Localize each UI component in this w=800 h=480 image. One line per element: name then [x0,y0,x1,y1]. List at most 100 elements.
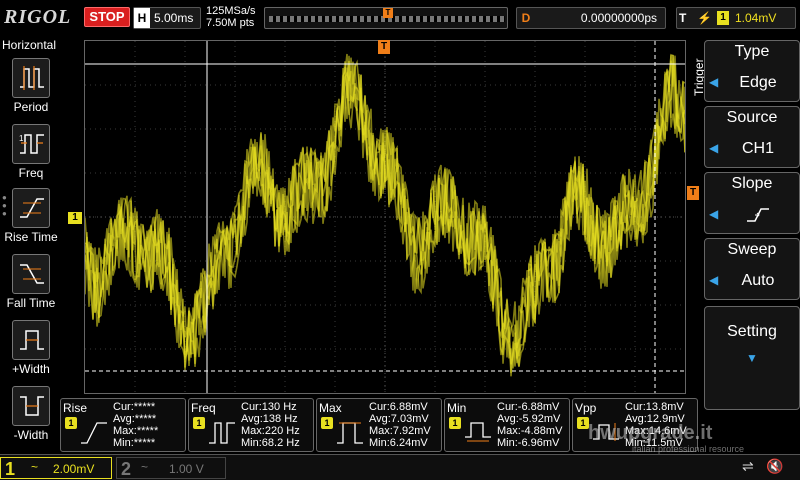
ch2-number: 2 [121,459,132,479]
trigger-sweep-softkey[interactable]: Sweep ◀ Auto [704,238,800,300]
freq-label: Freq [18,166,44,180]
left-arrow-icon: ◀ [709,141,719,155]
meas-min: Min:***** [113,437,156,449]
watermark-tagline: italian professional resource [632,444,745,454]
measure-side-menu: Horizontal Period 1 Freq ● ● ● Rise Time F… [0,36,62,450]
delay-display[interactable]: D 0.00000000ps [516,7,666,29]
timebase-key: H [134,8,150,28]
period-label: Period [13,100,49,114]
menu-title: Horizontal [2,38,57,52]
setting-title: Setting [727,323,777,340]
meas-cur: Cur:130 Hz [241,401,297,413]
ch1-number: 1 [5,459,16,479]
measurement-rise[interactable]: Rise 1 Cur:***** Avg:***** Max:***** Min… [60,398,186,452]
memory-depth: 7.50M pts [206,17,255,29]
svg-text:1: 1 [19,134,24,143]
waveform-persistence-trace [85,53,685,377]
meas-avg: Avg:-5.92mV [497,413,561,425]
measurement-min[interactable]: Min 1 Cur:-6.88mV Avg:-5.92mV Max:-4.88m… [444,398,570,452]
left-arrow-icon: ◀ [709,273,719,287]
ch1-scale: 2.00mV [53,462,95,476]
meas-cur: Cur:13.8mV [625,401,684,413]
trigger-key: T [679,11,687,25]
trigger-type-softkey[interactable]: Type ◀ Edge [704,40,800,102]
ch2-scale: 1.00 V [169,462,204,476]
left-arrow-icon: ◀ [709,75,719,89]
ac-coupling-icon: ~ [141,460,149,474]
meas-max: Max:220 Hz [241,425,300,437]
memory-trigger-marker: T [383,8,393,18]
delay-value: 0.00000000ps [580,11,657,25]
trigger-sweep-value: Auto [741,272,775,289]
ch1-status[interactable]: 1 ~ 2.00mV [0,457,112,479]
rise-time-label: Rise Time [4,230,58,244]
ch1-offset-marker[interactable]: 1 [68,212,82,224]
fall-time-icon [12,254,50,294]
meas-max: Max:7.92mV [369,425,431,437]
fall-time-label: Fall Time [6,296,56,310]
trigger-source-title: Source [726,109,778,126]
meas-max: Max:***** [113,425,159,437]
run-stop-button[interactable]: STOP [84,7,130,27]
watermark-logo: hwupgrade.it [588,422,713,444]
measure-neg-width-button[interactable]: -Width [0,386,62,448]
rise-time-icon [81,422,107,444]
chevron-down-icon: ▼ [746,351,758,365]
meas-cur: Cur:6.88mV [369,401,428,413]
trigger-position-marker[interactable]: T [378,40,390,54]
rise-time-icon [12,188,50,228]
trigger-level: 1.04mV [735,11,777,25]
trigger-status[interactable]: T ⚡ 1 1.04mV [676,7,796,29]
channel-badge: 1 [321,417,333,429]
meas-avg: Avg:7.03mV [369,413,429,425]
rising-edge-icon [723,201,793,229]
measure-period-button[interactable]: Period [0,58,62,120]
memory-position-bar[interactable]: T [264,7,508,29]
measurement-name: Max [319,401,342,415]
measurement-name: Min [447,401,467,415]
channel-badge: 1 [193,417,205,429]
channel-status-bar: 1 ~ 2.00mV 2 ~ 1.00 V ⇌ 🔇 [0,454,800,480]
trigger-slope-title: Slope [731,175,773,192]
ac-coupling-icon: ~ [31,460,39,474]
meas-min: Min:68.2 Hz [241,437,300,449]
meas-max: Max:-4.88mV [497,425,563,437]
waveform-display-grid[interactable] [84,40,686,394]
channel-badge: 1 [449,417,461,429]
trigger-slope-softkey[interactable]: Slope ◀ [704,172,800,234]
speaker-muted-icon[interactable]: 🔇 [766,458,783,475]
trigger-setting-softkey[interactable]: Setting ▼ [704,306,800,410]
max-icon [337,422,363,444]
trigger-type-value: Edge [739,74,777,91]
measurement-name: Freq [191,401,216,415]
trigger-source-value: CH1 [741,140,774,157]
measure-freq-button[interactable]: 1 Freq [0,124,62,186]
measure-fall-time-button[interactable]: Fall Time [0,254,62,316]
trigger-sweep-title: Sweep [727,241,777,258]
timebase-value: 5.00ms [154,11,194,25]
meas-cur: Cur:-6.88mV [497,401,560,413]
pos-width-label: +Width [12,362,50,376]
measurement-name: Rise [63,401,88,415]
timebase-display[interactable]: H 5.00ms [133,7,201,29]
freq-icon [209,422,235,444]
brand-logo: RIGOL [4,6,72,28]
sample-rate: 125MSa/s [206,5,256,17]
measure-rise-time-button[interactable]: Rise Time [0,188,62,250]
trigger-source-badge: 1 [717,11,729,25]
meas-min: Min:6.24mV [369,437,428,449]
ch1-waveform-trace [85,53,685,377]
left-arrow-icon: ◀ [709,207,719,221]
measurement-max[interactable]: Max 1 Cur:6.88mV Avg:7.03mV Max:7.92mV M… [316,398,442,452]
meas-avg: Avg:***** [113,413,157,425]
neg-width-icon [12,386,50,426]
ch2-status[interactable]: 2 ~ 1.00 V [116,457,226,479]
measurement-freq[interactable]: Freq 1 Cur:130 Hz Avg:138 Hz Max:220 Hz … [188,398,314,452]
usb-icon: ⇌ [742,458,754,474]
trigger-level-marker[interactable]: T [687,186,699,200]
trigger-source-softkey[interactable]: Source ◀ CH1 [704,106,800,168]
edge-trigger-icon: ⚡ [697,11,712,25]
trigger-side-menu: Type ◀ Edge Source ◀ CH1 Slope ◀ Sweep ◀… [704,40,800,440]
measure-pos-width-button[interactable]: +Width [0,320,62,382]
delay-key: D [521,11,531,25]
